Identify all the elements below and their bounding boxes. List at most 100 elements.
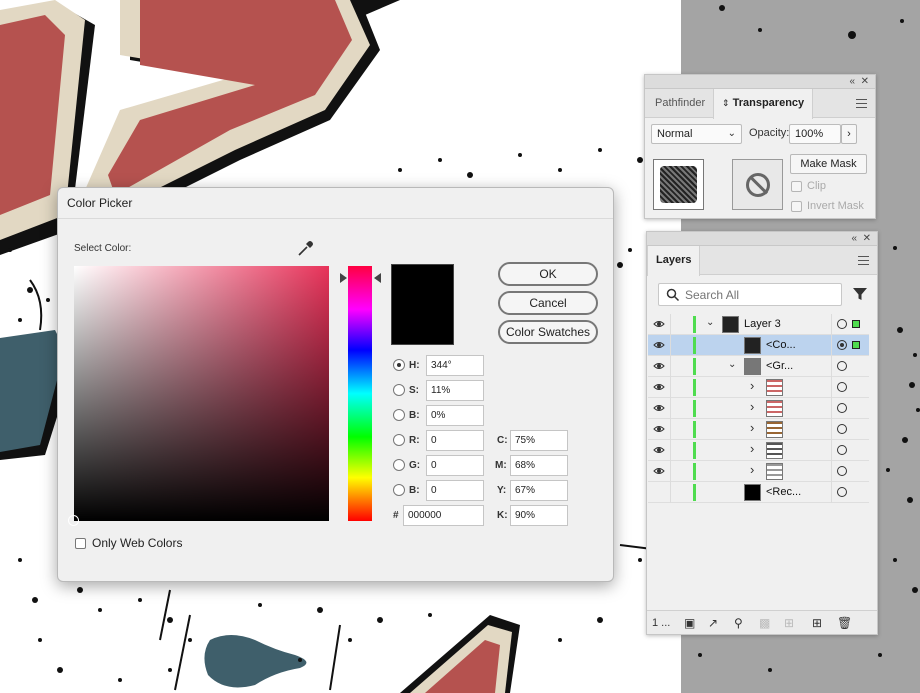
chevron-right-icon[interactable]: › — [750, 399, 754, 414]
layer-name[interactable]: <Gr... — [766, 360, 793, 372]
layer-row[interactable]: <Co... — [648, 335, 869, 356]
tab-layers[interactable]: Layers — [647, 246, 701, 276]
collapse-icon[interactable]: « — [849, 75, 855, 89]
b-radio[interactable] — [393, 409, 405, 421]
eye-icon[interactable] — [653, 466, 665, 476]
target-icon[interactable] — [837, 424, 847, 434]
opacity-input[interactable]: 100% — [789, 124, 841, 144]
make-clipping-mask-icon[interactable]: ▩ — [759, 616, 770, 630]
visibility-hidden-icon[interactable] — [653, 487, 665, 497]
panel-title-strip[interactable]: « ✕ — [645, 75, 875, 89]
collapse-icon[interactable]: « — [851, 232, 857, 246]
r-radio[interactable] — [393, 434, 405, 446]
eye-icon[interactable] — [653, 445, 665, 455]
eye-icon[interactable] — [653, 361, 665, 371]
layer-thumbnail — [722, 316, 739, 333]
chevron-down-icon[interactable]: ⌄ — [728, 359, 736, 370]
layers-search-box[interactable] — [658, 283, 842, 306]
s-radio[interactable] — [393, 384, 405, 396]
layer-row[interactable]: › — [648, 419, 869, 440]
chevron-down-icon[interactable]: ⌄ — [706, 317, 714, 328]
selection-indicator[interactable] — [852, 341, 860, 349]
ok-button[interactable]: OK — [498, 262, 598, 286]
close-icon[interactable]: ✕ — [861, 75, 869, 89]
saturation-brightness-field[interactable] — [68, 266, 329, 526]
layer-name[interactable]: <Rec... — [766, 486, 801, 498]
target-icon[interactable] — [837, 340, 847, 350]
blend-mode-select[interactable]: Normal ⌄ — [651, 124, 742, 144]
blue-radio[interactable] — [393, 484, 405, 496]
m-field[interactable]: 68% — [510, 455, 568, 476]
h-radio[interactable] — [393, 359, 405, 371]
layer-row[interactable]: ⌄ <Gr... — [648, 356, 869, 377]
g-radio[interactable] — [393, 459, 405, 471]
eye-icon[interactable] — [653, 424, 665, 434]
h-field[interactable]: 344° — [426, 355, 484, 376]
color-swatches-button[interactable]: Color Swatches — [498, 320, 598, 344]
dialog-title: Color Picker — [67, 196, 133, 210]
tab-pathfinder[interactable]: Pathfinder — [647, 89, 713, 118]
r-field[interactable]: 0 — [426, 430, 484, 451]
hex-field[interactable]: 000000 — [403, 505, 484, 526]
panel-menu-icon[interactable] — [856, 99, 867, 108]
s-field[interactable]: 11% — [426, 380, 484, 401]
opacity-expand-button[interactable]: › — [841, 124, 857, 144]
layer-row[interactable]: › — [648, 461, 869, 482]
target-icon[interactable] — [837, 466, 847, 476]
object-thumbnail[interactable] — [653, 159, 704, 210]
blue-field[interactable]: 0 — [426, 480, 484, 501]
cancel-button[interactable]: Cancel — [498, 291, 598, 315]
layers-search-input[interactable] — [685, 286, 835, 303]
export-icon[interactable]: ↗ — [708, 616, 718, 630]
layer-row[interactable]: <Rec... — [648, 482, 869, 503]
target-icon[interactable] — [837, 319, 847, 329]
layer-name[interactable]: Layer 3 — [744, 318, 781, 330]
column-divider — [670, 356, 671, 377]
hue-slider-left-arrow[interactable] — [340, 273, 347, 283]
hue-slider-right-arrow[interactable] — [374, 273, 381, 283]
mask-thumbnail[interactable] — [732, 159, 783, 210]
eyedropper-icon[interactable] — [297, 239, 315, 257]
new-sublayer-icon[interactable]: ⊞ — [784, 616, 794, 630]
filter-icon[interactable] — [852, 286, 868, 302]
hue-slider[interactable] — [348, 266, 372, 521]
c-label: C: — [497, 435, 508, 446]
eye-icon[interactable] — [653, 319, 665, 329]
clip-checkbox[interactable] — [791, 181, 802, 192]
tab-transparency[interactable]: ⇕ Transparency — [713, 89, 814, 119]
g-field[interactable]: 0 — [426, 455, 484, 476]
chevron-right-icon[interactable]: › — [750, 462, 754, 477]
layer-row[interactable]: › — [648, 398, 869, 419]
selection-indicator[interactable] — [852, 320, 860, 328]
eye-icon[interactable] — [653, 382, 665, 392]
target-icon[interactable] — [837, 487, 847, 497]
b-field[interactable]: 0% — [426, 405, 484, 426]
chevron-right-icon[interactable]: › — [750, 378, 754, 393]
panel-title-strip[interactable]: « ✕ — [647, 232, 877, 246]
new-layer-icon[interactable]: ⊞ — [812, 616, 822, 630]
k-field[interactable]: 90% — [510, 505, 568, 526]
target-icon[interactable] — [837, 403, 847, 413]
target-icon[interactable] — [837, 382, 847, 392]
close-icon[interactable]: ✕ — [863, 232, 871, 246]
eye-icon[interactable] — [653, 340, 665, 350]
trash-icon[interactable]: 🗑 — [837, 616, 852, 630]
target-icon[interactable] — [837, 445, 847, 455]
locate-object-icon[interactable]: ⚲ — [734, 616, 743, 630]
layer-row[interactable]: › — [648, 440, 869, 461]
chevron-right-icon[interactable]: › — [750, 441, 754, 456]
panel-menu-icon[interactable] — [858, 256, 869, 265]
layer-name[interactable]: <Co... — [766, 339, 796, 351]
eye-icon[interactable] — [653, 403, 665, 413]
color-cursor[interactable] — [68, 515, 79, 526]
collect-export-icon[interactable]: ▣ — [684, 616, 695, 630]
c-field[interactable]: 75% — [510, 430, 568, 451]
target-icon[interactable] — [837, 361, 847, 371]
make-mask-button[interactable]: Make Mask — [790, 154, 867, 174]
only-web-colors-checkbox[interactable] — [75, 538, 86, 549]
y-field[interactable]: 67% — [510, 480, 568, 501]
layer-row[interactable]: ⌄ Layer 3 — [648, 314, 869, 335]
layer-row[interactable]: › — [648, 377, 869, 398]
chevron-right-icon[interactable]: › — [750, 420, 754, 435]
invert-mask-checkbox[interactable] — [791, 201, 802, 212]
